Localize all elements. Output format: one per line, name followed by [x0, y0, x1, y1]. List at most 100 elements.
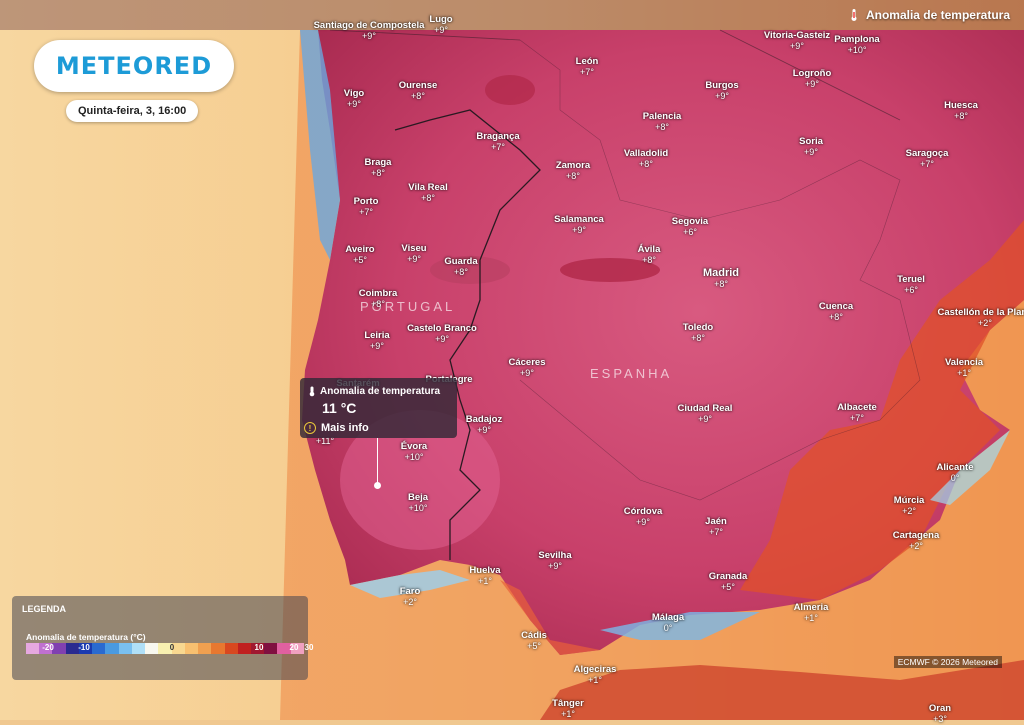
city-name: Huesca [944, 100, 978, 111]
legend-tick: -10 [78, 643, 90, 652]
city-name: Palencia [642, 111, 682, 122]
location-marker[interactable] [374, 482, 381, 489]
city-label[interactable]: Vila Real +8° [408, 182, 447, 204]
city-label[interactable]: Huesca +8° [944, 100, 978, 122]
city-label[interactable]: Tânger +1° [552, 698, 584, 720]
credit-text: ECMWF © 2026 Meteored [893, 656, 1002, 668]
city-anomaly-value: +8° [421, 193, 435, 203]
city-label[interactable]: Ávila +8° [638, 244, 661, 266]
city-label[interactable]: Oran +3° [929, 703, 951, 725]
city-label[interactable]: Teruel +6° [897, 274, 925, 296]
city-anomaly-value: +9° [804, 147, 818, 157]
city-label[interactable]: Albacete +7° [837, 402, 877, 424]
city-label[interactable]: Bragança +7° [476, 131, 519, 153]
city-label[interactable]: Santiago de Compostela +9° [314, 20, 425, 42]
city-label[interactable]: Cuenca +8° [819, 301, 853, 323]
city-label[interactable]: Castellón de la Plana +2° [937, 307, 1024, 329]
city-name: Ourense [398, 80, 438, 91]
city-label[interactable]: Ourense +8° [399, 80, 438, 102]
city-label[interactable]: Sevilha +9° [538, 550, 571, 572]
city-label[interactable]: Logroño +9° [793, 68, 832, 90]
city-label[interactable]: Vitoria-Gasteiz +9° [764, 30, 830, 52]
popup-title-text: Anomalia de temperatura [320, 386, 441, 397]
city-label[interactable]: Porto +7° [354, 196, 379, 218]
legend-subtitle: Anomalia de temperatura (°C) [26, 632, 146, 642]
city-label[interactable]: Múrcia +2° [894, 495, 925, 517]
city-label[interactable]: Castelo Branco +9° [407, 323, 477, 345]
city-label[interactable]: Badajoz +9° [466, 414, 502, 436]
city-anomaly-value: +8° [566, 171, 580, 181]
city-label[interactable]: Saragoça +7° [906, 148, 949, 170]
city-label[interactable]: Zamora +8° [556, 160, 590, 182]
more-info-button[interactable]: ! Mais info [304, 422, 369, 434]
city-label[interactable]: Burgos +9° [705, 80, 738, 102]
city-anomaly-value: +9° [698, 414, 712, 424]
city-label[interactable]: Évora +10° [401, 441, 427, 463]
city-label[interactable]: Córdova +9° [624, 506, 663, 528]
city-label[interactable]: Braga +8° [365, 157, 392, 179]
layer-title-text: Anomalia de temperatura [865, 8, 1010, 22]
city-label[interactable]: Beja +10° [408, 492, 428, 514]
city-name: Múrcia [893, 495, 925, 506]
city-anomaly-value: +9° [520, 368, 534, 378]
date-time-badge[interactable]: Quinta-feira, 3, 16:00 [66, 100, 199, 122]
city-anomaly-value: +5° [527, 641, 541, 651]
city-name: Santiago de Compostela [313, 20, 425, 31]
city-anomaly-value: +10° [404, 452, 424, 462]
city-label[interactable]: Ciudad Real +9° [678, 403, 733, 425]
city-label[interactable]: León +7° [576, 56, 599, 78]
city-label[interactable]: Guarda +8° [444, 256, 477, 278]
city-anomaly-value: +9° [435, 334, 449, 344]
city-label[interactable]: Granada +5° [709, 571, 748, 593]
city-label[interactable]: Cáceres +9° [509, 357, 546, 379]
city-label[interactable]: Palencia +8° [643, 111, 682, 133]
city-label[interactable]: Coimbra +8° [359, 288, 398, 310]
city-anomaly-value: +2° [978, 318, 992, 328]
city-anomaly-value: +2° [403, 597, 417, 607]
city-name: Aveiro [345, 244, 375, 255]
logo[interactable]: METEORED [34, 40, 234, 92]
city-label[interactable]: Segovia +6° [672, 216, 708, 238]
city-name: Cartagena [892, 530, 940, 541]
city-label[interactable]: Viseu +9° [401, 243, 426, 265]
city-label[interactable]: Málaga 0° [652, 612, 684, 634]
city-label[interactable]: Alicante 0° [937, 462, 974, 484]
city-name: Logroño [792, 68, 832, 79]
legend-panel[interactable]: LEGENDA Anomalia de temperatura (°C) -20… [12, 596, 313, 680]
city-label[interactable]: Madrid +8° [703, 268, 739, 290]
city-label[interactable]: Vigo +9° [344, 88, 364, 110]
city-anomaly-value: +9° [347, 99, 361, 109]
city-label[interactable]: Huelva +1° [469, 565, 500, 587]
city-label[interactable]: Cádis +5° [521, 630, 547, 652]
city-name: Coimbra [358, 288, 398, 299]
location-popup[interactable]: Anomalia de temperatura 11 °C ! Mais inf… [300, 378, 457, 438]
city-label[interactable]: Leiria +9° [364, 330, 389, 352]
city-anomaly-value: +1° [478, 576, 492, 586]
city-name: Badajoz [465, 414, 503, 425]
city-anomaly-value: +9° [407, 254, 421, 264]
city-label[interactable]: Valladolid +8° [624, 148, 668, 170]
city-label[interactable]: Soria +9° [799, 136, 823, 158]
city-label[interactable]: Algeciras +1° [574, 664, 617, 686]
city-label[interactable]: Almeria +1° [794, 602, 829, 624]
city-name: Bragança [476, 131, 520, 142]
city-label[interactable]: Salamanca +9° [554, 214, 604, 236]
city-anomaly-value: +8° [829, 312, 843, 322]
city-name: Málaga [651, 612, 685, 623]
city-label[interactable]: Jaén +7° [705, 516, 727, 538]
city-label[interactable]: Lugo +9° [429, 14, 452, 36]
city-label[interactable]: Aveiro +5° [345, 244, 374, 266]
city-anomaly-value: +6° [683, 227, 697, 237]
city-name: Vitoria-Gasteiz [763, 30, 831, 41]
legend-tick: 0 [169, 643, 175, 652]
city-label[interactable]: Cartagena +2° [893, 530, 939, 552]
city-anomaly-value: +7° [359, 207, 373, 217]
city-label[interactable]: Valencia +1° [945, 357, 983, 379]
city-anomaly-value: +8° [639, 159, 653, 169]
city-anomaly-value: +5° [353, 255, 367, 265]
city-anomaly-value: +10° [408, 503, 428, 513]
city-label[interactable]: Faro +2° [400, 586, 421, 608]
city-label[interactable]: Pamplona +10° [834, 34, 879, 56]
city-label[interactable]: Toledo +8° [683, 322, 713, 344]
city-name: Huelva [469, 565, 501, 576]
